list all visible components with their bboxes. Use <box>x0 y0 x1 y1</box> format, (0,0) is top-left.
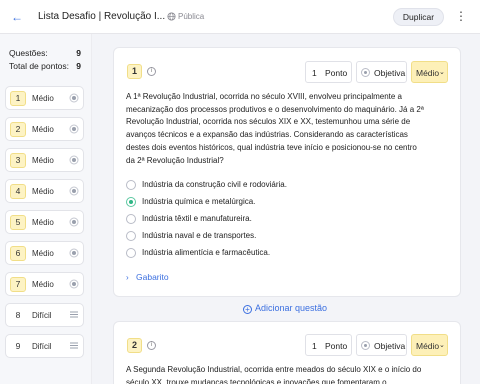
sidebar-question-item[interactable]: 1 Médio <box>5 86 84 110</box>
text-lines-icon <box>69 310 79 320</box>
sidebar-question-difficulty: Médio <box>32 156 54 165</box>
answer-key-toggle[interactable]: › Gabarito <box>126 272 169 282</box>
top-bar: ← Lista Desafio | Revolução I... Pública… <box>0 0 480 34</box>
sidebar-question-item[interactable]: 6 Médio <box>5 241 84 265</box>
points-field[interactable]: 1 Ponto <box>305 61 352 83</box>
answer-option-label: Indústria têxtil e manufatureira. <box>142 214 252 223</box>
answer-option-label: Indústria alimentícia e farmacêutica. <box>142 248 271 257</box>
sidebar-question-number: 2 <box>10 122 26 137</box>
radio-type-icon <box>361 341 370 350</box>
objective-radio-icon <box>69 186 79 196</box>
sidebar-question-number: 3 <box>10 153 26 168</box>
sidebar-question-difficulty: Médio <box>32 187 54 196</box>
objective-radio-icon <box>69 217 79 227</box>
question-text: A 1ª Revolução Industrial, ocorrida no s… <box>126 92 424 165</box>
difficulty-label: Médio <box>416 341 440 351</box>
sidebar-question-item[interactable]: 7 Médio <box>5 272 84 296</box>
radio-type-icon <box>361 68 370 77</box>
info-icon[interactable]: i <box>147 341 156 350</box>
difficulty-dropdown[interactable]: Médio ⌄ <box>411 334 448 356</box>
chevron-down-icon: ⌄ <box>439 69 445 76</box>
visibility-indicator: Pública <box>167 12 204 21</box>
sidebar-question-item[interactable]: 4 Médio <box>5 179 84 203</box>
questions-stat: Questões: 9 <box>9 48 81 58</box>
chevron-right-icon: › <box>126 273 129 282</box>
sidebar-question-difficulty: Médio <box>32 125 54 134</box>
objective-radio-icon <box>69 279 79 289</box>
question-type-label: Objetiva <box>374 341 406 351</box>
question-card-1: 1 i 1 Ponto Objetiva Médio ⌄ A 1ª Revolu… <box>113 47 461 297</box>
objective-radio-icon <box>69 155 79 165</box>
plus-circle-icon: + <box>243 305 252 314</box>
radio-unselected-icon[interactable] <box>126 214 136 224</box>
answer-option-label: Indústria naval e de transportes. <box>142 231 257 240</box>
answer-option-label: Indústria química e metalúrgica. <box>142 197 256 206</box>
question-number-badge: 2 <box>127 338 142 353</box>
question-type-selector[interactable]: Objetiva <box>356 61 407 83</box>
objective-radio-icon <box>69 93 79 103</box>
info-icon[interactable]: i <box>147 67 156 76</box>
questions-label: Questões: <box>9 48 48 58</box>
sidebar-question-difficulty: Médio <box>32 249 54 258</box>
sidebar-question-item[interactable]: 3 Médio <box>5 148 84 172</box>
objective-radio-icon <box>69 248 79 258</box>
sidebar-question-number: 1 <box>10 91 26 106</box>
add-question-button[interactable]: + Adicionar questão <box>243 303 327 314</box>
sidebar-question-number: 9 <box>15 341 21 351</box>
question-number-badge: 1 <box>127 64 142 79</box>
more-options-icon[interactable]: ⋮ <box>454 9 468 25</box>
globe-icon <box>167 12 176 21</box>
sidebar-question-number: 4 <box>10 184 26 199</box>
points-label: Total de pontos: <box>9 61 70 71</box>
points-count: 9 <box>76 61 81 71</box>
sidebar-question-item[interactable]: 2 Médio <box>5 117 84 141</box>
sidebar-question-item[interactable]: 9 Difícil <box>5 334 84 358</box>
sidebar-question-difficulty: Difícil <box>32 311 52 320</box>
points-value: 1 <box>312 68 317 78</box>
page-title: Lista Desafio | Revolução I... <box>38 11 166 22</box>
radio-unselected-icon[interactable] <box>126 248 136 258</box>
back-arrow-icon[interactable]: ← <box>9 9 25 25</box>
points-field[interactable]: 1 Ponto <box>305 334 352 356</box>
question-card-2: 2 i 1 Ponto Objetiva Médio ⌄ A Segunda R… <box>113 321 461 384</box>
points-value: 1 <box>312 341 317 351</box>
question-text: A Segunda Revolução Industrial, ocorrida… <box>126 365 422 384</box>
visibility-label: Pública <box>178 12 205 21</box>
text-lines-icon <box>69 341 79 351</box>
objective-radio-icon <box>69 124 79 134</box>
sidebar-question-number: 6 <box>10 246 26 261</box>
points-unit: Ponto <box>325 68 348 78</box>
questions-count: 9 <box>76 48 81 58</box>
question-type-selector[interactable]: Objetiva <box>356 334 407 356</box>
sidebar-question-difficulty: Médio <box>32 94 54 103</box>
sidebar-question-item[interactable]: 5 Médio <box>5 210 84 234</box>
question-type-label: Objetiva <box>374 68 406 78</box>
sidebar-question-item[interactable]: 8 Difícil <box>5 303 84 327</box>
sidebar-question-difficulty: Médio <box>32 218 54 227</box>
sidebar-question-number: 5 <box>10 215 26 230</box>
add-question-label: Adicionar questão <box>255 303 328 313</box>
sidebar-question-difficulty: Médio <box>32 280 54 289</box>
chevron-down-icon: ⌄ <box>439 342 445 349</box>
difficulty-dropdown[interactable]: Médio ⌄ <box>411 61 448 83</box>
sidebar-question-number: 8 <box>15 310 21 320</box>
sidebar-question-difficulty: Difícil <box>32 342 52 351</box>
sidebar-question-number: 7 <box>10 277 26 292</box>
answer-option-label: Indústria da construção civil e rodoviár… <box>142 180 287 189</box>
radio-unselected-icon[interactable] <box>126 180 136 190</box>
points-stat: Total de pontos: 9 <box>9 61 81 71</box>
points-unit: Ponto <box>325 341 348 351</box>
answer-key-label: Gabarito <box>136 272 169 282</box>
duplicate-button[interactable]: Duplicar <box>393 8 444 26</box>
radio-selected-icon[interactable] <box>126 197 136 207</box>
difficulty-label: Médio <box>416 68 440 78</box>
question-sidebar: Questões: 9 Total de pontos: 9 1 Médio 2 Mé… <box>0 34 92 384</box>
radio-unselected-icon[interactable] <box>126 231 136 241</box>
